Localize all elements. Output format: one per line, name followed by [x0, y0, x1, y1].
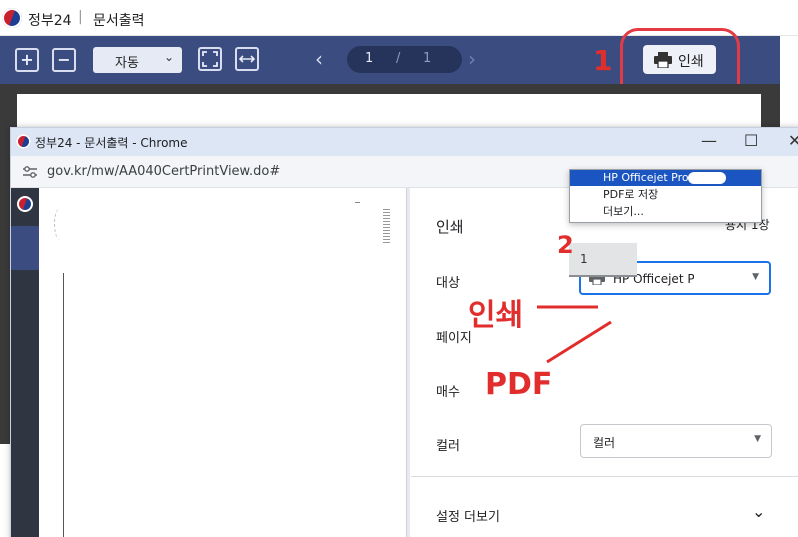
pdf-arrow-line: [546, 320, 612, 364]
annotation-arrows: [537, 305, 612, 364]
screenshot-stage: 정부24 | 문서출력 + − 자동 ⌄ ‹ 1 / 1 › 인쇄 1 정부24…: [0, 0, 798, 537]
